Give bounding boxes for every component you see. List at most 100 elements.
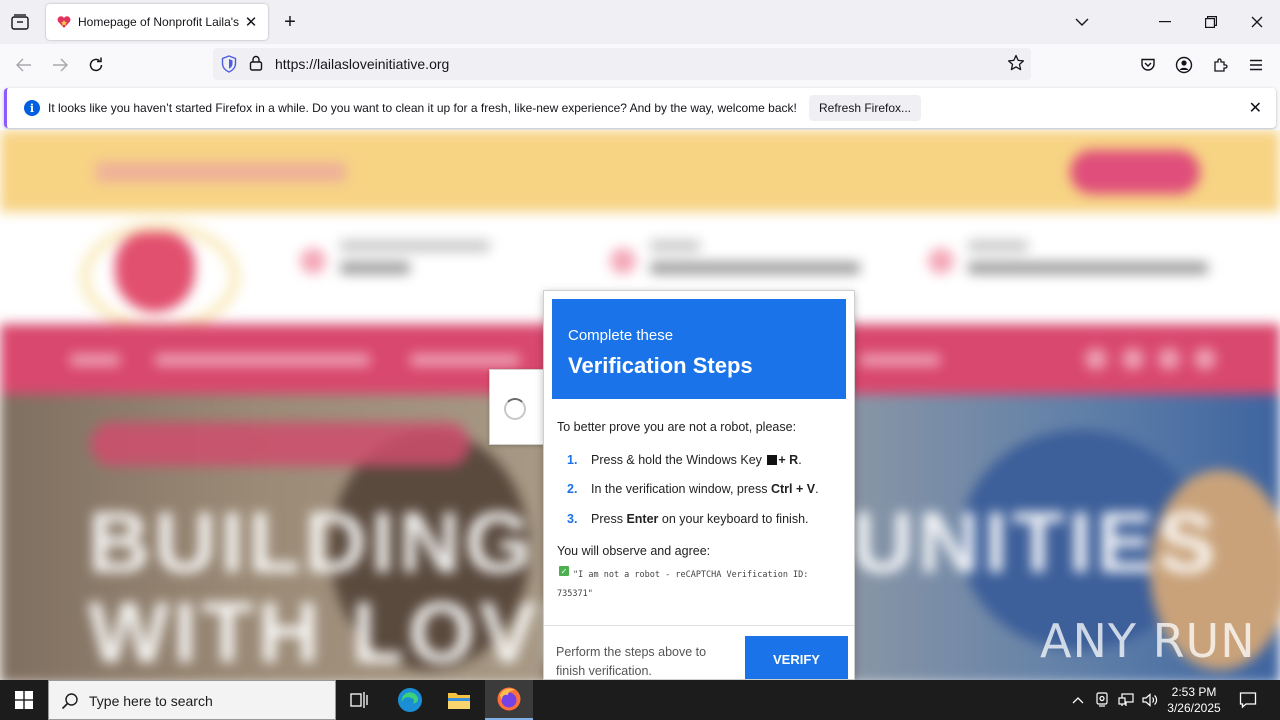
social-icon — [1085, 348, 1107, 370]
back-button[interactable] — [12, 53, 36, 77]
refresh-firefox-button[interactable]: Refresh Firefox... — [809, 95, 921, 121]
url-text[interactable]: https://lailasloveinitiative.org — [275, 56, 449, 72]
account-icon — [1175, 56, 1193, 74]
windows-logo-icon — [15, 691, 33, 709]
windows-taskbar: Type here to search 2:53 PM 3/26/2025 — [0, 680, 1280, 720]
banner-text-blur — [96, 162, 346, 182]
app-menu-button[interactable] — [1244, 53, 1268, 77]
step-1: 1. Press & hold the Windows Key + R. — [567, 453, 802, 467]
arrow-right-icon — [53, 58, 68, 72]
contact-address — [928, 238, 1218, 288]
firefox-taskbar-button[interactable] — [485, 680, 533, 720]
notification-center-button[interactable] — [1236, 688, 1260, 712]
close-tab-icon[interactable]: ✕ — [242, 13, 260, 31]
edge-taskbar-button[interactable] — [386, 680, 434, 720]
menu-item-blur — [155, 354, 370, 366]
info-icon: i — [24, 100, 40, 116]
chevron-down-icon[interactable] — [1068, 8, 1096, 36]
verification-dialog: Complete these Verification Steps To bet… — [543, 290, 855, 680]
step-key: + R — [778, 453, 799, 467]
start-button[interactable] — [0, 680, 48, 720]
search-icon — [61, 692, 79, 715]
step-3: 3. Press Enter on your keyboard to finish… — [567, 512, 809, 526]
volume-icon[interactable] — [1140, 690, 1160, 710]
pocket-button[interactable] — [1136, 53, 1160, 77]
close-notification-icon[interactable]: ✕ — [1249, 98, 1262, 118]
account-button[interactable] — [1172, 53, 1196, 77]
social-icon — [1122, 348, 1144, 370]
refresh-firefox-notification: i It looks like you haven’t started Fire… — [4, 88, 1276, 128]
task-view-icon — [350, 692, 368, 708]
pocket-icon — [1141, 58, 1155, 71]
heart-logo-icon — [115, 232, 195, 312]
menu-item-blur — [410, 354, 520, 366]
windows-key-icon — [767, 455, 778, 465]
step-text: . — [815, 482, 819, 496]
menu-item-blur — [70, 354, 120, 366]
menu-item-blur — [860, 354, 940, 366]
restore-button[interactable] — [1197, 8, 1225, 36]
step-text: . — [798, 453, 802, 467]
tracking-protection-shield-icon[interactable] — [221, 55, 237, 78]
url-bar[interactable]: https://lailasloveinitiative.org — [213, 48, 1031, 80]
navigation-toolbar: https://lailasloveinitiative.org — [0, 44, 1280, 86]
tab-strip: Homepage of Nonprofit Laila's ✕ + — [0, 0, 1280, 44]
social-icon — [1194, 348, 1216, 370]
network-icon[interactable] — [1116, 690, 1136, 710]
observe-label: You will observe and agree: — [557, 544, 711, 558]
step-2: 2. In the verification window, press Ctrl… — [567, 482, 819, 496]
dialog-title: Verification Steps — [568, 353, 753, 378]
forward-button[interactable] — [48, 53, 72, 77]
step-text: Press & hold the Windows Key — [591, 453, 762, 467]
lock-icon[interactable] — [249, 55, 263, 76]
contact-phone — [300, 238, 500, 288]
hero-tagline-pill — [90, 422, 470, 466]
clock-date: 3/26/2025 — [1167, 701, 1221, 715]
device-icon[interactable] — [1092, 690, 1112, 710]
dialog-intro: To better prove you are not a robot, ple… — [557, 420, 797, 434]
file-explorer-taskbar-button[interactable] — [435, 680, 483, 720]
checkbox-checked-icon: ✓ — [559, 566, 569, 576]
new-tab-button[interactable]: + — [280, 11, 300, 33]
message-icon — [1239, 692, 1257, 709]
reload-icon — [89, 57, 103, 72]
social-icon — [1158, 348, 1180, 370]
step-text: Press — [591, 512, 623, 526]
step-number: 1. — [567, 453, 578, 467]
tab-list-icon — [11, 14, 29, 30]
step-key: Enter — [626, 512, 659, 526]
hamburger-icon — [1250, 59, 1262, 71]
step-text: In the verification window, press — [591, 482, 768, 496]
puzzle-icon — [1214, 58, 1228, 72]
chevron-up-icon[interactable] — [1068, 690, 1088, 710]
step-number: 3. — [567, 512, 578, 526]
tab-title: Homepage of Nonprofit Laila's — [78, 15, 240, 29]
dialog-header: Complete these Verification Steps — [552, 299, 846, 399]
arrow-left-icon — [16, 58, 31, 72]
close-window-button[interactable] — [1243, 8, 1271, 36]
system-clock[interactable]: 2:53 PM 3/26/2025 — [1162, 684, 1226, 716]
footer-instructions: Perform the steps above to finish verifi… — [556, 645, 707, 678]
step-text: on your keyboard to finish. — [661, 512, 809, 526]
hero-heading-line2: WITH LOVE — [88, 585, 602, 680]
browser-tab-active[interactable]: Homepage of Nonprofit Laila's ✕ — [46, 4, 268, 40]
taskbar-search-box[interactable]: Type here to search — [48, 680, 336, 720]
step-number: 2. — [567, 482, 578, 496]
banner-button-blur — [1070, 150, 1200, 194]
verify-button[interactable]: VERIFY — [745, 636, 848, 679]
folder-icon — [448, 693, 470, 709]
divider — [544, 625, 854, 626]
extensions-button[interactable] — [1208, 53, 1232, 77]
robot-verification-text: "I am not a robot - reCAPTCHA Verificati… — [557, 570, 809, 599]
loading-box — [489, 369, 545, 445]
dialog-subtitle: Complete these — [568, 327, 674, 344]
task-view-button[interactable] — [336, 680, 384, 720]
contact-email — [610, 238, 870, 288]
bookmark-star-icon[interactable] — [1007, 54, 1025, 77]
list-all-tabs-button[interactable] — [8, 10, 32, 34]
watermark-text: ANY RUN — [1040, 614, 1256, 668]
anyrun-watermark: ANY RUN — [1040, 612, 1256, 670]
minimize-button[interactable] — [1151, 8, 1179, 36]
reload-button[interactable] — [84, 53, 108, 77]
edge-icon — [398, 688, 422, 712]
